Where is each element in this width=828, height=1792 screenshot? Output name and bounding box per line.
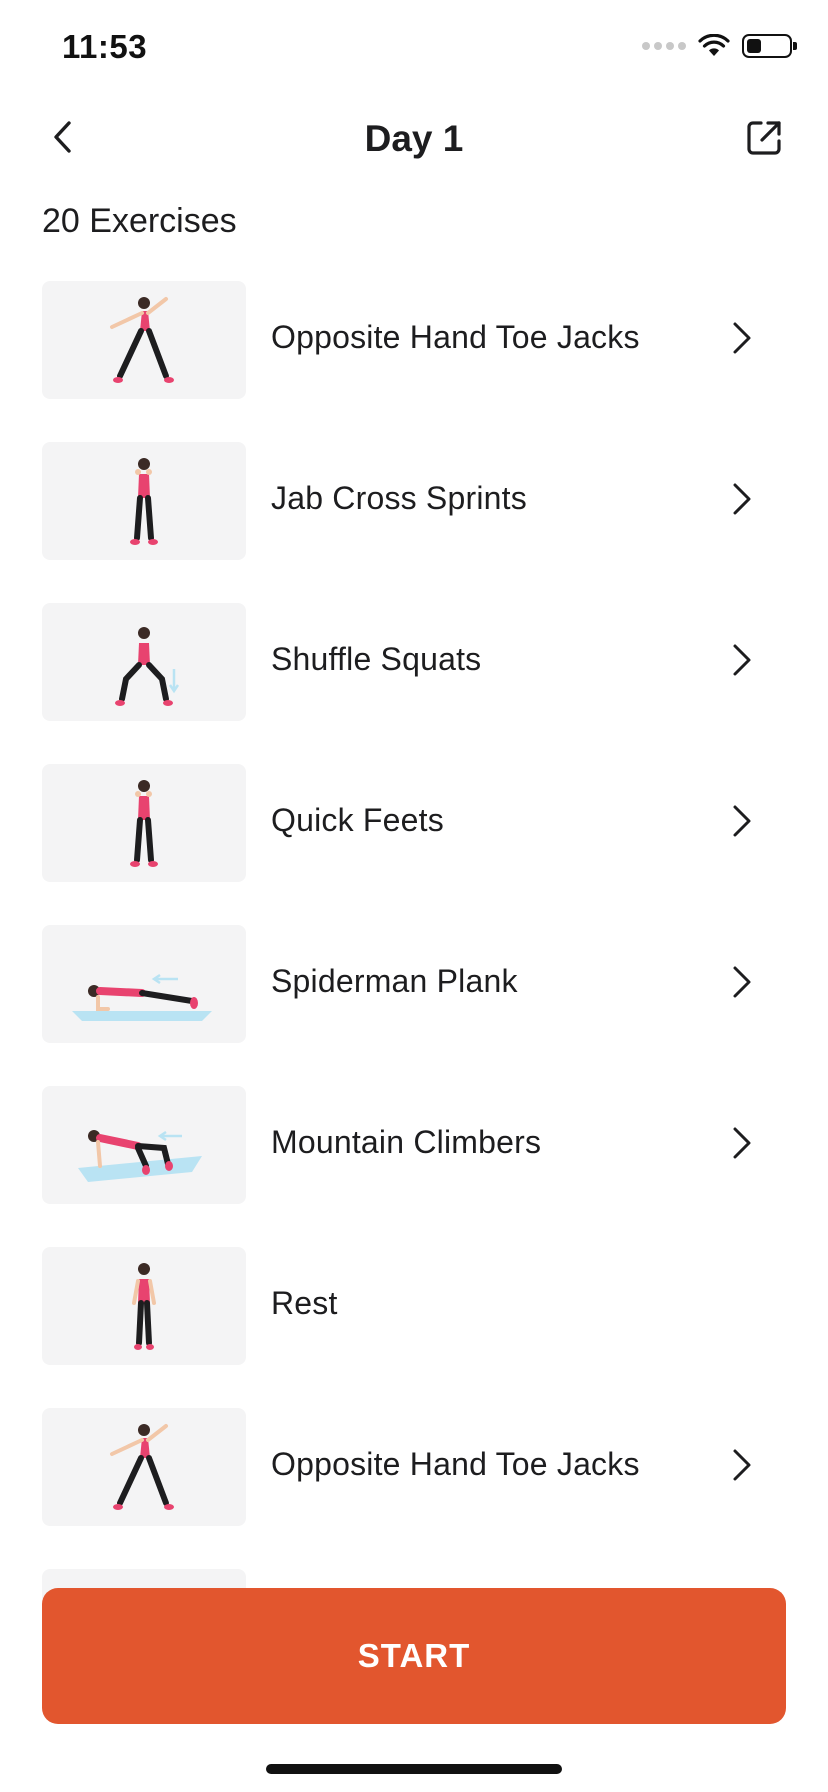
exercise-figure-image	[78, 1130, 202, 1182]
status-icons	[642, 34, 797, 58]
exercise-figure-image	[110, 1424, 174, 1510]
exercise-figure-image	[72, 973, 212, 1021]
start-button[interactable]: START	[42, 1588, 786, 1724]
exercise-figure-image	[130, 458, 158, 545]
exercise-row[interactable]: Rest	[42, 1247, 786, 1408]
exercise-row[interactable]: Spiderman Plank	[42, 925, 786, 1086]
wifi-icon	[698, 34, 730, 56]
home-indicator	[266, 1764, 562, 1774]
exercise-thumbnail	[42, 1247, 246, 1365]
exercise-thumbnail	[42, 442, 246, 560]
exercise-name: Jab Cross Sprints	[271, 480, 527, 516]
exercise-thumbnail	[42, 281, 246, 399]
exercise-figure-image	[130, 780, 158, 867]
exercise-name: Mountain Climbers	[271, 1124, 542, 1160]
exercise-row[interactable]: Opposite Hand Toe Jacks	[42, 1408, 786, 1569]
nav-bar: Day 1	[0, 100, 828, 190]
status-bar: 11:53	[0, 0, 828, 100]
exercise-list: Opposite Hand Toe Jacks Jab Cross Sprints…	[42, 281, 786, 1599]
exercise-row[interactable]: Quick Feets	[42, 764, 786, 925]
exercise-thumbnail	[42, 764, 246, 882]
page-title: Day 1	[364, 118, 464, 159]
chevron-right-icon[interactable]	[724, 1126, 758, 1160]
exercise-name: Quick Feets	[271, 802, 444, 838]
start-button-label: START	[357, 1637, 471, 1674]
exercise-row[interactable]: Opposite Hand Toe Jacks	[42, 281, 786, 442]
exercise-name: Shuffle Squats	[271, 641, 482, 677]
exercise-thumbnail	[42, 603, 246, 721]
exercise-thumbnail	[42, 1408, 246, 1526]
exercise-figure-image	[110, 297, 174, 383]
exercise-row[interactable]: Jab Cross Sprints	[42, 442, 786, 603]
status-time: 11:53	[62, 28, 148, 65]
exercise-thumbnail	[42, 925, 246, 1043]
cellular-signal-icon	[642, 42, 686, 50]
chevron-right-icon[interactable]	[724, 965, 758, 999]
exercise-name: Opposite Hand Toe Jacks	[271, 319, 640, 355]
chevron-right-icon[interactable]	[724, 1448, 758, 1482]
share-button[interactable]	[738, 112, 790, 164]
external-link-icon	[747, 121, 781, 155]
exercise-name: Spiderman Plank	[271, 963, 518, 999]
exercise-name: Rest	[271, 1285, 338, 1321]
exercise-thumbnail	[42, 1086, 246, 1204]
exercise-count: 20 Exercises	[42, 202, 237, 240]
exercise-row[interactable]: Mountain Climbers	[42, 1086, 786, 1247]
chevron-right-icon[interactable]	[724, 321, 758, 355]
chevron-right-icon[interactable]	[724, 482, 758, 516]
exercise-figure-image	[132, 1263, 156, 1350]
battery-icon	[742, 34, 797, 58]
chevron-right-icon[interactable]	[724, 804, 758, 838]
exercise-figure-image	[115, 627, 180, 706]
chevron-right-icon[interactable]	[724, 643, 758, 677]
exercise-name: Opposite Hand Toe Jacks	[271, 1446, 640, 1482]
exercise-row[interactable]: Shuffle Squats	[42, 603, 786, 764]
